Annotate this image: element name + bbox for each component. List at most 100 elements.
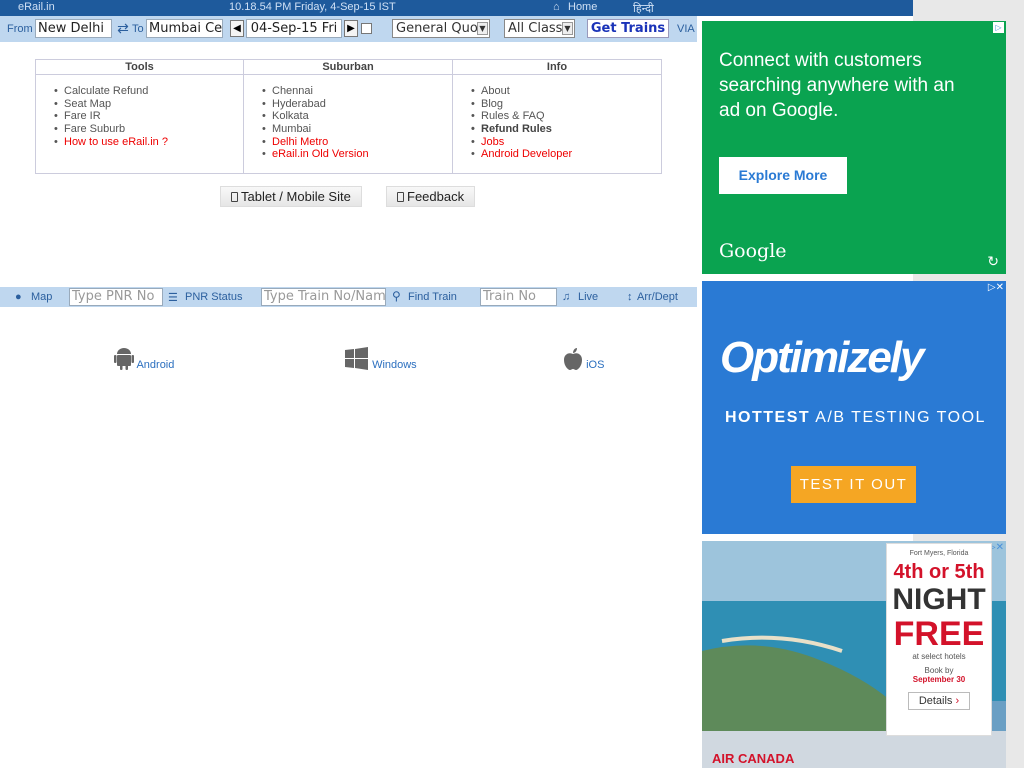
test-it-out-button[interactable]: TEST IT OUT: [791, 466, 916, 503]
globe-icon[interactable]: ●: [15, 291, 22, 303]
link-about[interactable]: About: [453, 85, 661, 98]
offer-date: September 30: [912, 675, 966, 684]
link-mumbai[interactable]: Mumbai: [244, 123, 452, 136]
find-train-link[interactable]: Find Train: [408, 291, 457, 303]
link-calculate-refund[interactable]: Calculate Refund: [36, 85, 243, 98]
google-ad[interactable]: ▷ Connect with customers searching anywh…: [702, 21, 1006, 274]
ios-app-link[interactable]: iOS: [563, 347, 604, 371]
search-icon[interactable]: ⚲: [392, 289, 401, 303]
current-datetime: 10.18.54 PM Friday, 4-Sep-15 IST: [229, 1, 396, 13]
live-link[interactable]: Live: [578, 291, 598, 303]
android-label: Android: [136, 359, 175, 371]
to-label: To: [132, 23, 144, 35]
offer-nights: 4th or 5th: [893, 561, 985, 583]
explore-more-button[interactable]: Explore More: [719, 157, 847, 194]
prev-date-button[interactable]: ◀: [230, 20, 244, 37]
info-column: Info About Blog Rules & FAQ Refund Rules…: [453, 60, 661, 173]
pnr-status-link[interactable]: PNR Status: [185, 291, 242, 303]
to-station-input[interactable]: Mumbai Cer: [146, 19, 223, 38]
get-trains-button[interactable]: Get Trains: [587, 19, 669, 38]
journey-date-input[interactable]: 04-Sep-15 Fri: [246, 19, 342, 38]
refresh-icon[interactable]: ↻: [987, 253, 999, 270]
android-icon: [114, 348, 134, 370]
tools-column: Tools Calculate Refund Seat Map Fare IR …: [36, 60, 244, 173]
offer-card: Fort Myers, Florida 4th or 5th NIGHT FRE…: [886, 543, 992, 736]
link-delhi-metro[interactable]: Delhi Metro: [244, 136, 452, 149]
tagline-bold: HOTTEST: [725, 409, 811, 426]
feedback-button[interactable]: Feedback: [386, 186, 476, 207]
link-refund-rules[interactable]: Refund Rules: [453, 123, 661, 136]
offer-free: FREE: [893, 615, 985, 653]
bell-icon[interactable]: ♫: [562, 291, 570, 303]
adchoices-icon[interactable]: ▷✕: [988, 282, 1004, 293]
chevron-right-icon: ›: [955, 695, 960, 707]
google-logo: Google: [719, 240, 787, 262]
from-station-input[interactable]: New Delhi: [35, 19, 112, 38]
arrow-updown-icon[interactable]: ↕: [627, 291, 633, 303]
train-search-input[interactable]: Type Train No/Name: [261, 288, 386, 306]
link-how-to-use[interactable]: How to use eRail.in ?: [36, 136, 243, 149]
adchoices-icon[interactable]: ▷: [993, 22, 1004, 33]
via-label[interactable]: VIA: [677, 23, 695, 35]
link-android-developer[interactable]: Android Developer: [453, 148, 661, 161]
from-label: From: [7, 23, 33, 35]
link-old-version[interactable]: eRail.in Old Version: [244, 148, 452, 161]
tools-heading: Tools: [36, 60, 243, 75]
offer-location: Fort Myers, Florida: [909, 550, 969, 557]
chevron-down-icon: ▼: [562, 22, 573, 35]
class-value: All Class: [508, 21, 563, 36]
quick-links-table: Tools Calculate Refund Seat Map Fare IR …: [35, 59, 662, 174]
pnr-input[interactable]: Type PNR No: [69, 288, 163, 306]
quota-select[interactable]: General Quot ▼: [392, 19, 490, 38]
link-jobs[interactable]: Jobs: [453, 136, 661, 149]
class-select[interactable]: All Class ▼: [504, 19, 575, 38]
suburban-column: Suburban Chennai Hyderabad Kolkata Mumba…: [244, 60, 453, 173]
offer-sub: at select hotels: [912, 652, 966, 661]
swap-stations-icon[interactable]: ⇄: [115, 20, 131, 37]
details-label: Details: [918, 695, 953, 707]
link-blog[interactable]: Blog: [453, 98, 661, 111]
pnr-train-toolbar: ● Map Type PNR No ☰ PNR Status Type Trai…: [0, 287, 697, 307]
link-fare-suburb[interactable]: Fare Suburb: [36, 123, 243, 136]
flexible-date-checkbox[interactable]: [361, 23, 372, 34]
site-name-link[interactable]: eRail.in: [18, 1, 55, 13]
offer-night: NIGHT: [892, 583, 986, 616]
air-canada-ad[interactable]: ▷✕ Fort Myers, Florida 4th or 5th NIGHT …: [702, 541, 1006, 768]
optimizely-logo: Optimizely: [720, 333, 924, 382]
windows-icon: [345, 347, 368, 370]
hindi-link[interactable]: हिन्दी: [633, 1, 654, 16]
train-no-input[interactable]: Train No: [480, 288, 557, 306]
android-app-link[interactable]: Android: [114, 347, 174, 371]
optimizely-ad[interactable]: ▷✕ Optimizely HOTTEST A/B TESTING TOOL T…: [702, 281, 1006, 534]
windows-app-link[interactable]: Windows: [345, 347, 417, 371]
optimizely-tagline: HOTTEST A/B TESTING TOOL: [725, 409, 986, 427]
ios-label: iOS: [586, 359, 605, 371]
list-icon[interactable]: ☰: [168, 291, 178, 304]
feedback-label: Feedback: [407, 189, 465, 204]
quota-value: General Quot: [396, 21, 483, 36]
info-heading: Info: [453, 60, 661, 75]
link-seat-map[interactable]: Seat Map: [36, 98, 243, 111]
suburban-heading: Suburban: [244, 60, 452, 75]
home-icon[interactable]: ⌂: [553, 1, 560, 13]
next-date-button[interactable]: ▶: [344, 20, 358, 37]
mobile-icon: [397, 192, 404, 202]
air-canada-logo: AIR CANADA: [712, 751, 795, 766]
chevron-down-icon: ▼: [477, 22, 488, 35]
link-rules-faq[interactable]: Rules & FAQ: [453, 110, 661, 123]
link-fare-ir[interactable]: Fare IR: [36, 110, 243, 123]
link-kolkata[interactable]: Kolkata: [244, 110, 452, 123]
tablet-mobile-site-button[interactable]: Tablet / Mobile Site: [220, 186, 362, 207]
arr-dept-link[interactable]: Arr/Dept: [637, 291, 678, 303]
map-link[interactable]: Map: [31, 291, 52, 303]
top-bar: eRail.in 10.18.54 PM Friday, 4-Sep-15 IS…: [0, 0, 913, 16]
offer-book-by: Book by: [924, 666, 954, 675]
tablet-mobile-label: Tablet / Mobile Site: [241, 189, 351, 204]
link-chennai[interactable]: Chennai: [244, 85, 452, 98]
details-button[interactable]: Details ›: [908, 692, 970, 710]
google-ad-text: Connect with customers searching anywher…: [719, 50, 955, 121]
apple-icon: [564, 348, 582, 370]
train-search-bar: From New Delhi ⇄ To Mumbai Cer ◀ 04-Sep-…: [0, 16, 697, 42]
link-hyderabad[interactable]: Hyderabad: [244, 98, 452, 111]
home-link[interactable]: Home: [568, 1, 597, 13]
